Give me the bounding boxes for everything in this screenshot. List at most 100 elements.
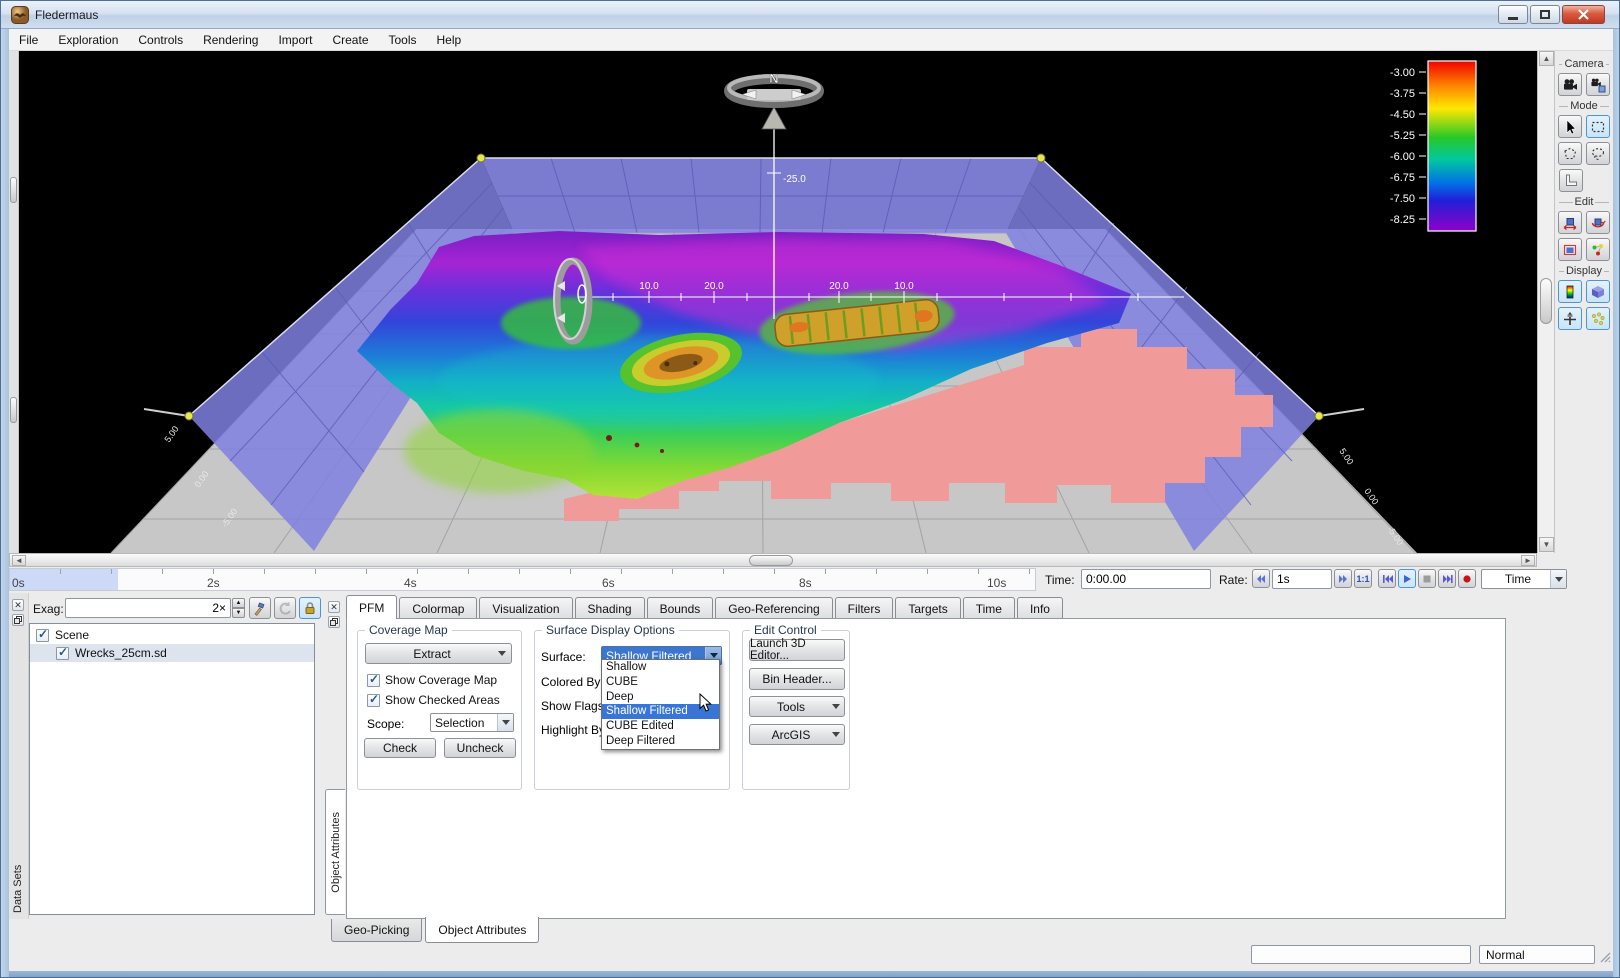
tree-item-scene[interactable]: Scene bbox=[30, 624, 314, 644]
title-bar[interactable]: Fledermaus bbox=[1, 1, 1619, 29]
attributes-float-icon[interactable] bbox=[328, 616, 340, 628]
display-points-button[interactable] bbox=[1586, 307, 1610, 330]
measure-mode-button[interactable] bbox=[1559, 169, 1583, 192]
exaggeration-input[interactable] bbox=[66, 599, 230, 617]
record-button[interactable] bbox=[1458, 569, 1476, 588]
tab-time[interactable]: Time bbox=[963, 597, 1015, 619]
exaggeration-field[interactable] bbox=[65, 598, 231, 618]
pointer-mode-button[interactable] bbox=[1558, 115, 1582, 138]
tab-bounds[interactable]: Bounds bbox=[647, 597, 714, 619]
extract-button[interactable]: Extract bbox=[365, 643, 512, 664]
show-checked-areas-checkbox[interactable] bbox=[367, 694, 380, 707]
toolbar-group-mode: Mode bbox=[1557, 100, 1611, 112]
dropdown-item-shallow[interactable]: Shallow bbox=[602, 660, 719, 675]
edit-translate-button[interactable] bbox=[1558, 211, 1582, 234]
rate-field[interactable] bbox=[1272, 569, 1332, 589]
scope-combo-arrow-icon[interactable] bbox=[497, 714, 513, 731]
time-field[interactable] bbox=[1081, 569, 1211, 589]
arcgis-button[interactable]: ArcGIS bbox=[749, 724, 845, 745]
close-button[interactable] bbox=[1562, 5, 1605, 24]
menu-import[interactable]: Import bbox=[268, 30, 322, 50]
maximize-button[interactable] bbox=[1530, 5, 1560, 24]
launch-3d-editor-button[interactable]: Launch 3D Editor... bbox=[749, 639, 845, 661]
scroll-up-icon[interactable]: ▲ bbox=[1539, 51, 1554, 66]
lock-button[interactable] bbox=[299, 597, 321, 619]
skip-end-button[interactable] bbox=[1438, 569, 1456, 588]
edit-points-button[interactable] bbox=[1586, 238, 1610, 261]
tree-item-wrecks[interactable]: Wrecks_25cm.sd bbox=[30, 644, 314, 662]
resize-grip-icon[interactable] bbox=[1599, 951, 1612, 964]
splitter-grip-lower[interactable] bbox=[10, 397, 17, 423]
scope-combo[interactable]: Selection bbox=[430, 713, 514, 732]
viewport-hscrollbar[interactable]: ◄ ► bbox=[9, 553, 1537, 567]
play-button[interactable] bbox=[1398, 569, 1416, 588]
timeline-ruler[interactable]: 0s 2s 4s 6s 8s 10s bbox=[9, 568, 1036, 591]
menu-tools[interactable]: Tools bbox=[379, 30, 427, 50]
scroll-left-icon[interactable]: ◄ bbox=[12, 555, 26, 566]
menu-file[interactable]: File bbox=[9, 30, 48, 50]
3d-scene[interactable]: 10.0 20.0 20.0 10.0 -25.0 N bbox=[19, 51, 1537, 553]
dropdown-item-cube[interactable]: CUBE bbox=[602, 675, 719, 690]
display-box-button[interactable] bbox=[1586, 280, 1610, 303]
tab-info[interactable]: Info bbox=[1017, 597, 1063, 619]
undo-button[interactable] bbox=[274, 597, 296, 619]
tab-geo-referencing[interactable]: Geo-Referencing bbox=[715, 597, 832, 619]
show-coverage-map-row[interactable]: Show Coverage Map bbox=[367, 673, 497, 687]
edit-rotate-button[interactable] bbox=[1586, 211, 1610, 234]
check-button[interactable]: Check bbox=[364, 738, 436, 758]
attributes-vertical-tab[interactable]: Object Attributes bbox=[325, 789, 345, 915]
rate-input[interactable] bbox=[1273, 570, 1331, 588]
menu-help[interactable]: Help bbox=[427, 30, 472, 50]
rate-decrease-button[interactable] bbox=[1252, 569, 1270, 588]
show-checked-areas-row[interactable]: Show Checked Areas bbox=[367, 693, 500, 707]
tab-pfm[interactable]: PFM bbox=[346, 595, 397, 619]
menu-rendering[interactable]: Rendering bbox=[193, 30, 268, 50]
tab-object-attributes[interactable]: Object Attributes bbox=[425, 917, 539, 943]
time-mode-combo[interactable]: Time bbox=[1481, 569, 1567, 589]
rate-increase-button[interactable] bbox=[1334, 569, 1352, 588]
menu-create[interactable]: Create bbox=[322, 30, 378, 50]
apply-exag-button[interactable] bbox=[249, 597, 271, 619]
tab-colormap[interactable]: Colormap bbox=[399, 597, 477, 619]
datasets-vertical-tab[interactable]: Data Sets bbox=[12, 843, 24, 913]
wrecks-checkbox[interactable] bbox=[56, 647, 69, 660]
time-input[interactable] bbox=[1082, 570, 1210, 588]
tab-shading[interactable]: Shading bbox=[575, 597, 645, 619]
edit-bounds-button[interactable] bbox=[1558, 238, 1582, 261]
datasets-close-icon[interactable]: ✕ bbox=[12, 599, 24, 611]
lasso-select-mode-button[interactable] bbox=[1586, 142, 1610, 165]
tools-button[interactable]: Tools bbox=[749, 696, 845, 717]
skip-start-button[interactable] bbox=[1378, 569, 1396, 588]
tab-targets[interactable]: Targets bbox=[895, 597, 960, 619]
uncheck-button[interactable]: Uncheck bbox=[444, 738, 516, 758]
datasets-float-icon[interactable] bbox=[12, 614, 24, 626]
scroll-down-icon[interactable]: ▼ bbox=[1539, 537, 1554, 552]
camera-object-button[interactable] bbox=[1586, 73, 1610, 96]
rect-select-mode-button[interactable] bbox=[1586, 115, 1610, 138]
menu-exploration[interactable]: Exploration bbox=[48, 30, 128, 50]
minimize-button[interactable] bbox=[1498, 5, 1528, 24]
camera-button[interactable] bbox=[1558, 73, 1582, 96]
dropdown-item-deep-filtered[interactable]: Deep Filtered bbox=[602, 734, 719, 749]
tab-geo-picking[interactable]: Geo-Picking bbox=[331, 919, 422, 942]
viewport-vscrollbar[interactable]: ▲ ▼ bbox=[1537, 51, 1554, 553]
menu-controls[interactable]: Controls bbox=[128, 30, 193, 50]
scroll-right-icon[interactable]: ► bbox=[1521, 555, 1535, 566]
dropdown-item-cube-edited[interactable]: CUBE Edited bbox=[602, 719, 719, 734]
vscroll-thumb[interactable] bbox=[1540, 278, 1552, 324]
tab-filters[interactable]: Filters bbox=[835, 597, 894, 619]
bin-header-button[interactable]: Bin Header... bbox=[749, 668, 845, 690]
scene-checkbox[interactable] bbox=[36, 629, 49, 642]
hscroll-thumb[interactable] bbox=[749, 555, 793, 566]
display-colorbar-button[interactable] bbox=[1558, 280, 1582, 303]
show-coverage-map-checkbox[interactable] bbox=[367, 674, 380, 687]
display-axes-button[interactable] bbox=[1558, 307, 1582, 330]
stop-button[interactable] bbox=[1418, 569, 1436, 588]
attributes-close-icon[interactable]: ✕ bbox=[328, 601, 340, 613]
exaggeration-stepper[interactable]: ▲ ▼ bbox=[232, 598, 245, 618]
tab-visualization[interactable]: Visualization bbox=[479, 597, 572, 619]
polygon-select-mode-button[interactable] bbox=[1558, 142, 1582, 165]
splitter-grip-upper[interactable] bbox=[10, 177, 17, 203]
combo-arrow-icon[interactable] bbox=[1550, 570, 1566, 588]
rate-one-to-one-button[interactable]: 1:1 bbox=[1354, 569, 1372, 588]
